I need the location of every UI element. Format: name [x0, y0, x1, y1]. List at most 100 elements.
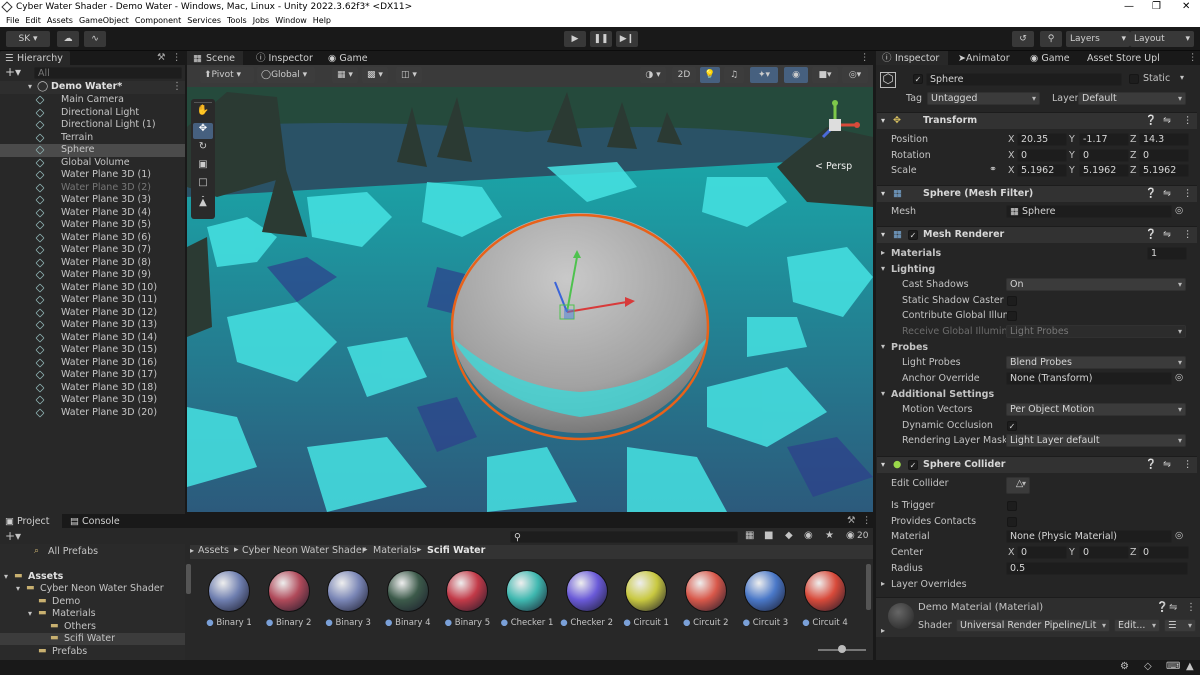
help-icon[interactable]: ❔ [1145, 227, 1157, 243]
search-by-label-icon[interactable]: ■ [764, 530, 773, 541]
hierarchy-item[interactable]: Water Plane 3D (10) [0, 282, 185, 295]
hierarchy-item[interactable]: Global Volume [0, 157, 185, 170]
sphere-collider-enabled-checkbox[interactable]: ✓ [908, 460, 918, 470]
material-asset[interactable]: ● Circuit 2 [677, 570, 735, 630]
hierarchy-item[interactable]: Main Camera [0, 94, 185, 107]
hierarchy-item[interactable]: Water Plane 3D (20) [0, 407, 185, 420]
rotation-x-field[interactable]: 0 [1017, 149, 1067, 162]
anchor-override-field[interactable]: None (Transform) [1006, 372, 1172, 385]
orientation-gizmo[interactable] [805, 95, 865, 155]
camera-settings-icon[interactable]: ■▾ [812, 67, 838, 83]
menu-tools[interactable]: Tools [227, 14, 247, 27]
object-picker-icon[interactable]: ◎ [1175, 372, 1183, 383]
hierarchy-item[interactable]: Water Plane 3D (11) [0, 294, 185, 307]
kebab-menu-icon[interactable]: ⋮ [1183, 227, 1193, 243]
hidden-objects-icon[interactable]: ◉ [784, 67, 808, 83]
project-tree-item[interactable]: ▬ Others [0, 621, 185, 633]
sphere-collider-header[interactable]: ▾ ● ✓ Sphere Collider ❔ ⇋ ⋮ [877, 456, 1197, 473]
increment-snap-icon[interactable]: ▩ ▾ [362, 67, 388, 83]
help-icon[interactable]: ❔ [1145, 457, 1157, 473]
kebab-menu-icon[interactable]: ⋮ [172, 81, 182, 92]
materials-row[interactable]: ▸ Materials 1 [877, 247, 1197, 262]
shader-edit-button[interactable]: Edit... [1114, 619, 1160, 632]
hierarchy-item[interactable]: Water Plane 3D (12) [0, 307, 185, 320]
scale-y-field[interactable]: 5.1962 [1079, 164, 1129, 177]
step-button[interactable]: ▶❙ [616, 31, 638, 47]
hierarchy-item[interactable]: Water Plane 3D (5) [0, 219, 185, 232]
project-tree-item[interactable]: ▬ Scifi Water [0, 633, 185, 645]
rotate-tool-icon[interactable]: ↻ [193, 141, 213, 157]
account-button[interactable]: SK ▾ [6, 31, 50, 47]
project-tree-item[interactable]: ▬ ▾ Materials [0, 608, 185, 620]
tab-animator[interactable]: ➤Animator [958, 52, 1010, 65]
position-y-field[interactable]: -1.17 [1079, 133, 1129, 146]
object-picker-icon[interactable]: ◎ [1175, 205, 1183, 216]
menu-file[interactable]: File [6, 14, 19, 27]
static-shadow-checkbox[interactable] [1007, 296, 1017, 306]
kebab-menu-icon[interactable]: ⋮ [1183, 113, 1193, 129]
menu-edit[interactable]: Edit [25, 14, 41, 27]
project-tree-item[interactable]: ▬ Demo [0, 596, 185, 608]
code-icon[interactable]: ⌨ [1166, 661, 1180, 672]
transform-header[interactable]: ▾ ✥ Transform ❔ ⇋ ⋮ [877, 112, 1197, 129]
contribute-gi-checkbox[interactable] [1007, 311, 1017, 321]
hand-tool-icon[interactable]: ✋ [193, 105, 213, 121]
object-name-field[interactable]: Sphere [926, 73, 1122, 86]
chevron-down-icon[interactable]: ▾ [1180, 73, 1184, 82]
materials-count-field[interactable]: 1 [1147, 247, 1187, 260]
scale-x-field[interactable]: 5.1962 [1017, 164, 1067, 177]
hierarchy-tab[interactable]: ☰ Hierarchy [0, 51, 70, 65]
add-icon[interactable]: +▾ [5, 66, 21, 79]
project-tree-item[interactable]: ⌕ All Prefabs [0, 546, 185, 558]
tab-game-2[interactable]: ◉ Game [1030, 52, 1070, 65]
material-asset[interactable]: ● Binary 2 [260, 570, 318, 630]
material-asset[interactable]: ● Binary 1 [200, 570, 258, 630]
background-tasks-icon[interactable]: ◇ [1144, 661, 1152, 672]
material-asset[interactable]: ● Circuit 4 [796, 570, 854, 630]
layer-dropdown[interactable]: Default [1078, 92, 1186, 105]
hierarchy-item[interactable]: Water Plane 3D (18) [0, 382, 185, 395]
menu-component[interactable]: Component [135, 14, 181, 27]
material-asset[interactable]: ● Circuit 3 [736, 570, 794, 630]
tab-asset-store[interactable]: Asset Store Upl [1087, 52, 1183, 65]
preset-icon[interactable]: ⇋ [1169, 602, 1177, 613]
material-asset[interactable]: ● Binary 5 [438, 570, 496, 630]
assets-scrollbar[interactable] [866, 564, 871, 610]
scale-tool-icon[interactable]: ▣ [193, 159, 213, 175]
undo-history-icon[interactable]: ↺ [1012, 31, 1034, 47]
minimize-icon[interactable]: — [1124, 0, 1134, 14]
hierarchy-item[interactable]: Water Plane 3D (7) [0, 244, 185, 257]
collider-material-field[interactable]: None (Physic Material) [1006, 530, 1172, 543]
static-checkbox[interactable] [1129, 74, 1139, 84]
help-icon[interactable]: ❔ [1145, 186, 1157, 202]
hierarchy-item[interactable]: Water Plane 3D (2) [0, 182, 185, 195]
material-asset[interactable]: ● Binary 4 [379, 570, 437, 630]
hierarchy-item[interactable]: Terrain [0, 132, 185, 145]
mesh-renderer-header[interactable]: ▾ ▦ ✓ Mesh Renderer ❔ ⇋ ⋮ [877, 226, 1197, 243]
preset-icon[interactable]: ⇋ [1163, 227, 1171, 243]
persp-label[interactable]: < Persp [815, 161, 852, 172]
cloud-icon[interactable]: ☁ [57, 31, 79, 47]
project-search-input[interactable]: ⚲ [510, 531, 738, 543]
menu-help[interactable]: Help [313, 14, 331, 27]
active-checkbox[interactable]: ✓ [913, 74, 923, 84]
kebab-menu-icon[interactable]: ⋮ [860, 51, 870, 64]
shader-dropdown[interactable]: Universal Render Pipeline/Lit [956, 619, 1110, 632]
hierarchy-item[interactable]: Water Plane 3D (15) [0, 344, 185, 357]
grid-snap-icon[interactable]: ▦ ▾ [332, 67, 358, 83]
layout-dropdown[interactable]: Layout ▾ [1130, 31, 1194, 47]
tab-game[interactable]: ◉ Game [328, 52, 368, 65]
kebab-menu-icon[interactable]: ⋮ [1183, 186, 1193, 202]
hierarchy-item[interactable]: Sphere [0, 144, 185, 157]
scene-viewport[interactable]: ✋ ✥ ↻ ▣ □ ❖ ▲ < Persp [187, 87, 873, 512]
lock-icon[interactable]: ⚒ [847, 514, 856, 527]
rendering-layer-dropdown[interactable]: Light Layer default [1006, 434, 1186, 447]
dynamic-occlusion-checkbox[interactable]: ✓ [1007, 421, 1017, 431]
kebab-menu-icon[interactable]: ⋮ [1183, 457, 1193, 473]
shader-options-button[interactable]: ☰ [1164, 619, 1196, 632]
help-icon[interactable]: ❔ [1156, 602, 1168, 613]
light-probes-dropdown[interactable]: Blend Probes [1006, 356, 1186, 369]
favorite-icon[interactable]: ★ [825, 530, 834, 541]
rect-tool-icon[interactable]: □ [193, 177, 213, 193]
is-trigger-checkbox[interactable] [1007, 501, 1017, 511]
